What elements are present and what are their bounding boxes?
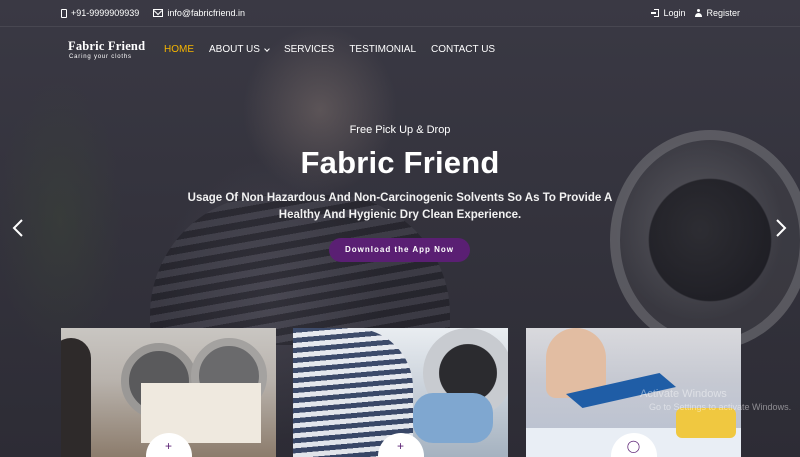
contact-info: +91-9999909939 info@fabricfriend.in [61, 0, 245, 26]
login-label: Login [663, 8, 686, 18]
phone-icon [61, 8, 67, 18]
nav-label: TESTIMONIAL [349, 44, 417, 55]
chevron-right-icon [776, 219, 787, 237]
register-label: Register [706, 8, 740, 18]
nav-item-testimonial[interactable]: TESTIMONIAL [349, 26, 416, 74]
watermark-title: Activate Windows [640, 388, 727, 400]
plus-icon: + [396, 439, 405, 453]
email-link[interactable]: info@fabricfriend.in [153, 0, 245, 26]
top-bar: +91-9999909939 info@fabricfriend.in Logi… [0, 0, 800, 27]
hero-description: Usage Of Non Hazardous And Non-Carcinoge… [187, 192, 613, 221]
mail-icon [153, 9, 164, 17]
nav-item-home[interactable]: HOME [164, 26, 194, 74]
brand-tagline: Caring your cloths [69, 54, 132, 60]
nav-item-contact-us[interactable]: CONTACT US [431, 26, 495, 74]
card-image-clothes [413, 393, 493, 443]
email-address: info@fabricfriend.in [167, 8, 246, 18]
nav-menu: HOME ABOUT US SERVICES TESTIMONIAL CONTA… [164, 26, 510, 74]
chevron-down-icon [264, 45, 270, 52]
nav-label: ABOUT US [209, 44, 260, 55]
login-link[interactable]: Login [651, 0, 685, 26]
chevron-left-icon [12, 219, 23, 237]
nav-item-about-us[interactable]: ABOUT US [209, 26, 270, 74]
service-card-laundry[interactable]: + [61, 328, 276, 457]
register-link[interactable]: Register [695, 0, 740, 26]
hero-headline: Fabric Friend [300, 145, 500, 180]
slider-prev-button[interactable] [12, 219, 24, 237]
service-card-wash[interactable]: + [293, 328, 508, 457]
service-cards: + + ◯ [61, 328, 741, 457]
slider-next-button[interactable] [775, 219, 787, 237]
account-links: Login Register [651, 0, 740, 26]
user-icon [695, 9, 703, 17]
card-image-person [61, 338, 91, 457]
nav-label: HOME [164, 44, 194, 55]
hero-eyebrow: Free Pick Up & Drop [349, 124, 451, 136]
laundry-icon: ◯ [626, 439, 641, 453]
nav-label: CONTACT US [431, 44, 496, 55]
nav-label: SERVICES [283, 44, 335, 55]
phone-link[interactable]: +91-9999909939 [61, 0, 139, 26]
phone-number: +91-9999909939 [71, 8, 140, 18]
plus-icon: + [164, 439, 173, 453]
brand-logo[interactable]: Fabric Friend Caring your cloths [68, 39, 145, 61]
windows-activation-watermark: Activate Windows Go to Settings to activ… [640, 388, 791, 414]
main-navbar: Fabric Friend Caring your cloths HOME AB… [0, 26, 800, 74]
login-icon [651, 9, 660, 17]
watermark-subtitle: Go to Settings to activate Windows. [649, 402, 792, 412]
download-app-button[interactable]: Download the App Now [329, 238, 470, 262]
brand-name: Fabric Friend [68, 39, 146, 53]
nav-item-services[interactable]: SERVICES [284, 26, 334, 74]
